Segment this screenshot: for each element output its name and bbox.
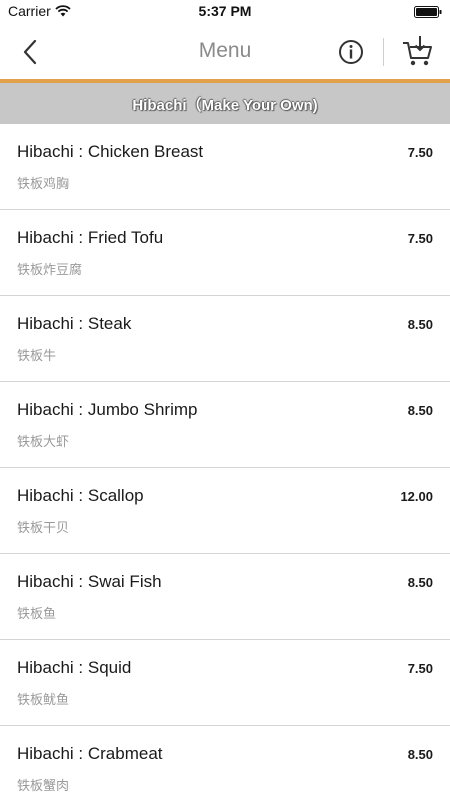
item-price: 7.50 <box>407 145 433 160</box>
item-subtitle: 铁板蟹肉 <box>17 779 70 794</box>
item-subtitle: 铁板干贝 <box>17 521 70 536</box>
menu-item[interactable]: Hibachi : Steak 铁板牛 8.50 <box>0 296 450 382</box>
item-name: Hibachi : Scallop <box>17 486 144 505</box>
item-price: 8.50 <box>407 317 433 332</box>
item-name: Hibachi : Crabmeat <box>17 744 163 763</box>
menu-item[interactable]: Hibachi : Squid 铁板鱿鱼 7.50 <box>0 640 450 726</box>
menu-list: Hibachi : Chicken Breast 铁板鸡胸 7.50 Hibac… <box>0 124 450 800</box>
nav-divider <box>383 38 384 66</box>
status-bar: Carrier 5:37 PM <box>0 0 450 24</box>
menu-item[interactable]: Hibachi : Fried Tofu 铁板炸豆腐 7.50 <box>0 210 450 296</box>
item-price: 8.50 <box>407 403 433 418</box>
item-subtitle: 铁板炸豆腐 <box>17 263 83 278</box>
item-name: Hibachi : Squid <box>17 658 132 677</box>
menu-item[interactable]: Hibachi : Chicken Breast 铁板鸡胸 7.50 <box>0 124 450 210</box>
item-price: 8.50 <box>407 747 433 762</box>
item-price: 12.00 <box>400 489 433 504</box>
item-price: 7.50 <box>407 661 433 676</box>
menu-item[interactable]: Hibachi : Crabmeat 铁板蟹肉 8.50 <box>0 726 450 800</box>
menu-item[interactable]: Hibachi : Jumbo Shrimp 铁板大虾 8.50 <box>0 382 450 468</box>
status-time: 5:37 PM <box>198 3 252 19</box>
nav-bar: Menu <box>0 24 450 79</box>
item-price: 8.50 <box>407 575 433 590</box>
category-header: Hibachi（Make Your Own) <box>0 83 450 124</box>
item-name: Hibachi : Fried Tofu <box>17 228 164 247</box>
item-price: 7.50 <box>407 231 433 246</box>
item-subtitle: 铁板鸡胸 <box>17 177 70 192</box>
menu-item[interactable]: Hibachi : Scallop 铁板干贝 12.00 <box>0 468 450 554</box>
item-subtitle: 铁板大虾 <box>17 435 70 450</box>
info-icon[interactable] <box>338 39 364 65</box>
item-name: Hibachi : Jumbo Shrimp <box>17 400 198 419</box>
menu-item[interactable]: Hibachi : Swai Fish 铁板鱼 8.50 <box>0 554 450 640</box>
item-subtitle: 铁板鱿鱼 <box>17 693 70 708</box>
battery-icon <box>414 6 442 18</box>
item-name: Hibachi : Steak <box>17 314 132 333</box>
cart-icon[interactable] <box>401 34 435 68</box>
item-subtitle: 铁板鱼 <box>17 607 57 622</box>
category-title: Hibachi（Make Your Own) <box>132 97 318 114</box>
item-name: Hibachi : Swai Fish <box>17 572 162 591</box>
item-name: Hibachi : Chicken Breast <box>17 142 204 161</box>
item-subtitle: 铁板牛 <box>17 349 57 364</box>
